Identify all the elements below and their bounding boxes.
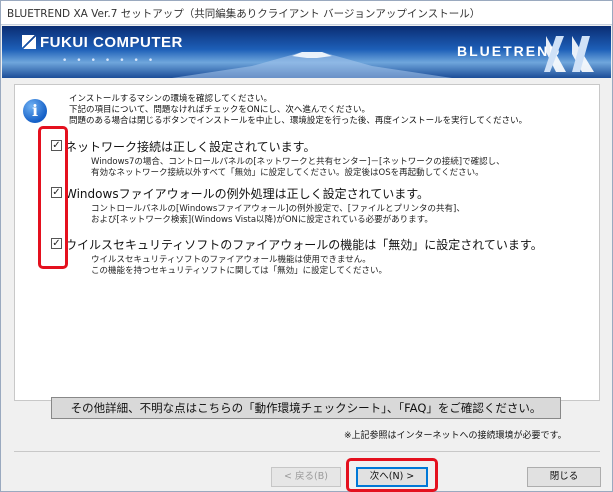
check-antivirus-desc: ウイルスセキュリティソフトのファイアウォール機能は使用できません。 この機能を持…	[91, 255, 388, 276]
back-button[interactable]: < 戻る(B)	[271, 467, 341, 487]
xa-logo-icon: XA	[544, 36, 594, 72]
info-icon: i	[23, 99, 47, 123]
header-banner: FUKUI COMPUTER ••••••• BLUETREND XA	[2, 26, 611, 78]
notice-bar: その他詳細、不明な点はこちらの「動作環境チェックシート」、「FAQ」をご確認くだ…	[51, 397, 561, 419]
checkbox-highlight-box	[38, 126, 68, 269]
check-firewall-desc: コントロールパネルの[Windowsファイアウォール]の例外設定で、[ファイルと…	[91, 204, 465, 225]
window-title: BLUETREND XA Ver.7 セットアップ（共同編集ありクライアント バ…	[7, 8, 481, 20]
mountain-graphic	[172, 52, 452, 78]
check-network-label: ネットワーク接続は正しく設定されています。	[65, 140, 316, 154]
check-antivirus-label: ウイルスセキュリティソフトのファイアウォールの機能は「無効」に設定されています。	[65, 238, 543, 252]
title-bar: BLUETREND XA Ver.7 セットアップ（共同編集ありクライアント バ…	[1, 1, 612, 25]
fukui-computer-logo: FUKUI COMPUTER	[22, 34, 183, 51]
internet-note: ※上記参照はインターネットへの接続環境が必要です。	[344, 431, 567, 441]
setup-window: BLUETREND XA Ver.7 セットアップ（共同編集ありクライアント バ…	[0, 0, 613, 492]
check-network-desc: Windows7の場合、コントロールパネルの[ネットワークと共有センター]－[ネ…	[91, 157, 505, 178]
banner-dots-decoration: •••••••	[62, 56, 163, 66]
check-firewall-label: Windowsファイアウォールの例外処理は正しく設定されています。	[65, 187, 430, 201]
next-button-highlight	[346, 458, 438, 492]
logo-text: FUKUI COMPUTER	[40, 34, 183, 51]
intro-text: インストールするマシンの環境を確認してください。 下記の項目について、問題なけれ…	[69, 94, 528, 126]
footer-divider	[14, 451, 600, 452]
logo-mark-icon	[22, 35, 36, 49]
close-button[interactable]: 閉じる	[527, 467, 601, 487]
